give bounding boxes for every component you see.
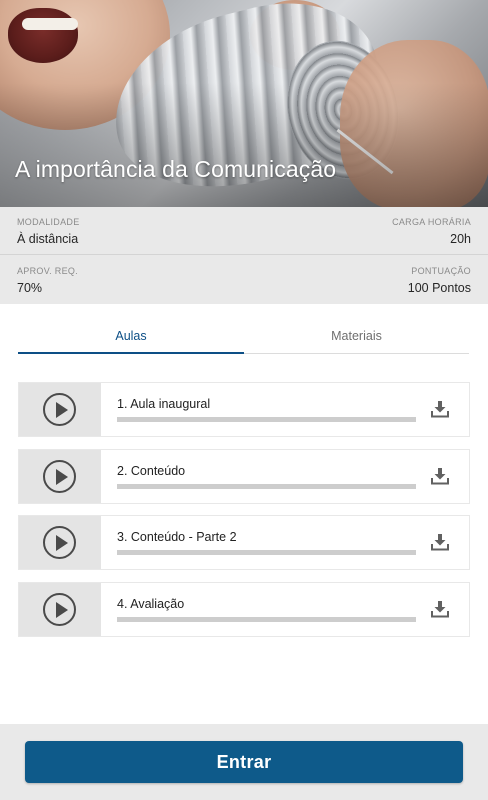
aprovacao-value: 70% <box>17 281 43 295</box>
pontuacao-label: PONTUAÇÃO <box>411 266 471 276</box>
lesson-progress-bar <box>117 484 416 489</box>
lesson-item[interactable]: 4. Avaliação <box>18 582 470 637</box>
download-icon[interactable] <box>431 467 449 485</box>
course-title: A importância da Comunicação <box>15 156 337 182</box>
lesson-thumbnail <box>19 383 101 436</box>
tab-materiais[interactable]: Materiais <box>244 319 469 353</box>
course-banner: A importância da Comunicação <box>0 0 488 207</box>
carga-horaria-label: CARGA HORÁRIA <box>392 217 471 227</box>
lesson-progress-bar <box>117 550 416 555</box>
lesson-progress-bar <box>117 417 416 422</box>
pontuacao-info: PONTUAÇÃO 100 Pontos <box>408 265 471 297</box>
lesson-item[interactable]: 3. Conteúdo - Parte 2 <box>18 515 470 570</box>
modalidade-value: À distância <box>17 232 79 246</box>
download-icon[interactable] <box>431 533 449 551</box>
info-row: MODALIDADE À distância CARGA HORÁRIA 20h <box>0 207 488 255</box>
modalidade-info: MODALIDADE À distância <box>17 216 80 248</box>
lesson-thumbnail <box>19 583 101 636</box>
lesson-thumbnail <box>19 450 101 503</box>
carga-horaria-value: 20h <box>450 232 471 246</box>
aprovacao-info: APROV. REQ. 70% <box>17 265 78 297</box>
modalidade-label: MODALIDADE <box>17 217 80 227</box>
enter-button[interactable]: Entrar <box>25 741 463 783</box>
lesson-item[interactable]: 1. Aula inaugural <box>18 382 470 437</box>
lesson-title: 1. Aula inaugural <box>117 397 211 411</box>
pontuacao-value: 100 Pontos <box>407 281 471 295</box>
lesson-title: 4. Avaliação <box>117 597 185 611</box>
info-row: APROV. REQ. 70% PONTUAÇÃO 100 Pontos <box>0 256 488 304</box>
lesson-progress-bar <box>117 617 416 622</box>
download-icon[interactable] <box>431 600 449 618</box>
tab-aulas[interactable]: Aulas <box>18 319 244 354</box>
content-tabs: Aulas Materiais <box>18 319 469 354</box>
play-icon[interactable] <box>43 593 76 626</box>
aprovacao-label: APROV. REQ. <box>17 266 78 276</box>
carga-horaria-info: CARGA HORÁRIA 20h <box>392 216 471 248</box>
play-icon[interactable] <box>43 460 76 493</box>
lesson-title: 2. Conteúdo <box>117 464 186 478</box>
lesson-thumbnail <box>19 516 101 569</box>
lesson-title: 3. Conteúdo - Parte 2 <box>117 530 237 544</box>
download-icon[interactable] <box>431 400 449 418</box>
play-icon[interactable] <box>43 393 76 426</box>
play-icon[interactable] <box>43 526 76 559</box>
course-info-panel: MODALIDADE À distância CARGA HORÁRIA 20h… <box>0 207 488 304</box>
lesson-item[interactable]: 2. Conteúdo <box>18 449 470 504</box>
bottom-bar: Entrar <box>0 724 488 800</box>
